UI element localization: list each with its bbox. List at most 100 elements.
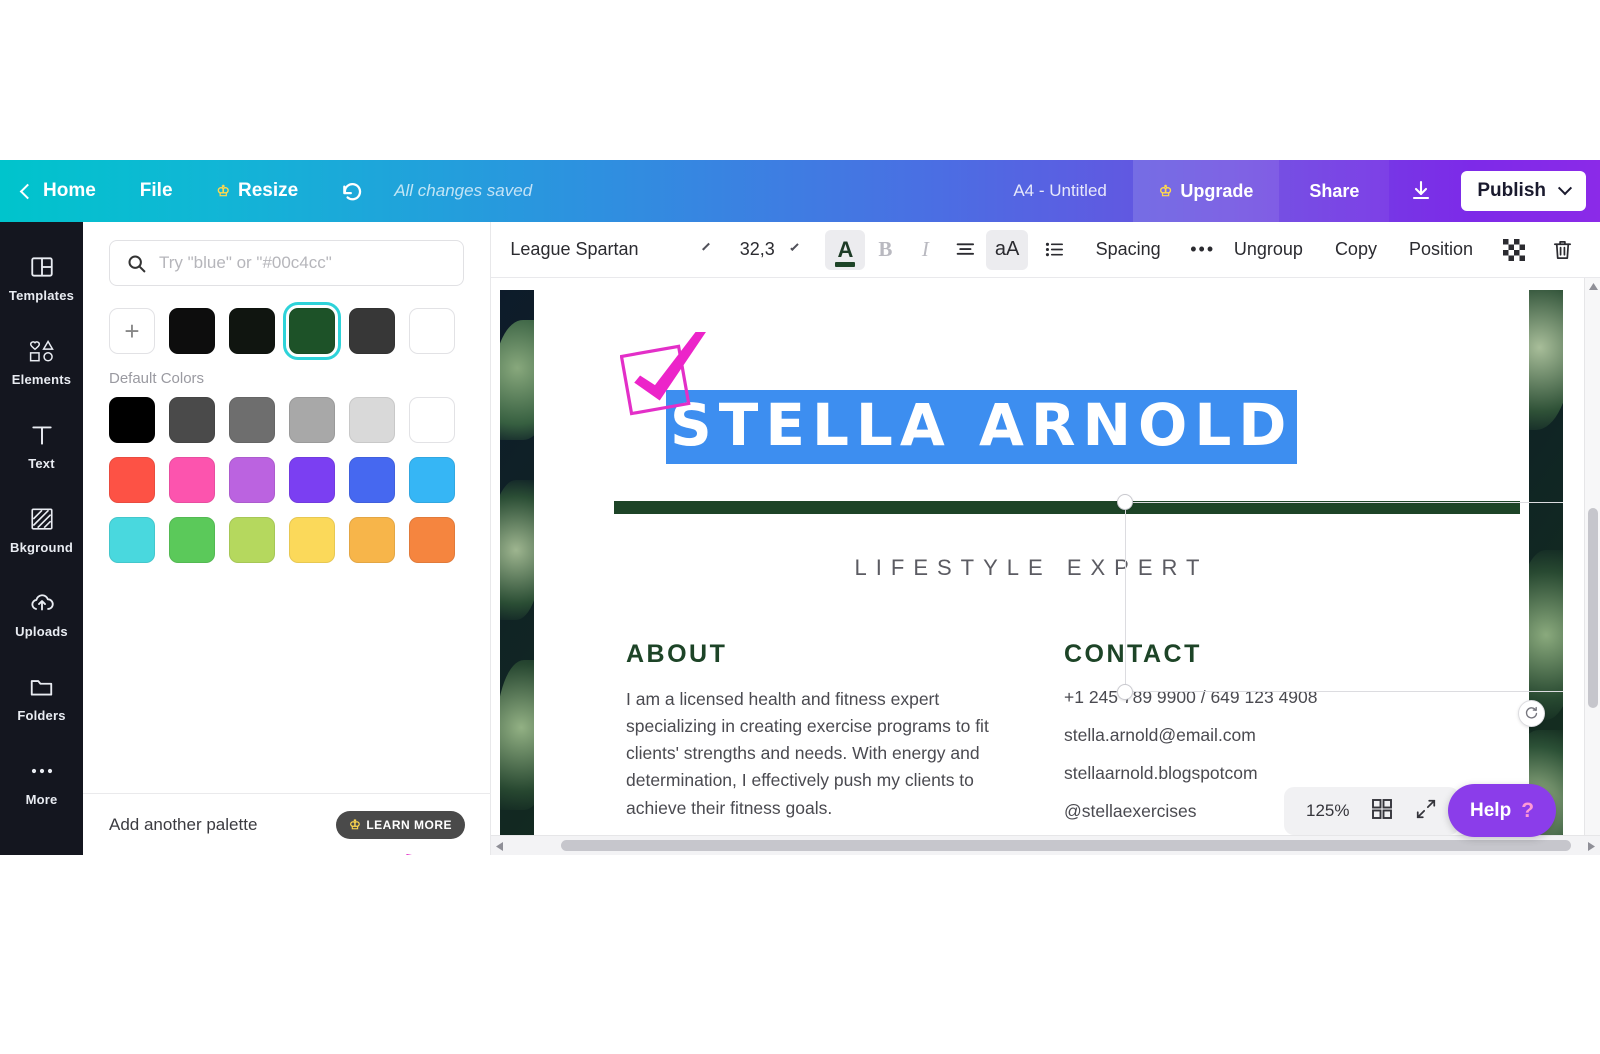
- delete-button[interactable]: [1541, 230, 1584, 270]
- sidebar-label: Bkground: [10, 540, 73, 555]
- scroll-left-arrow-icon[interactable]: [496, 842, 503, 851]
- font-size-label: 32,3: [739, 239, 775, 259]
- question-mark-icon: ?: [1521, 798, 1535, 822]
- add-another-palette-button[interactable]: Add another palette: [109, 815, 257, 835]
- checkmark-sticker-icon[interactable]: [620, 332, 724, 424]
- color-search-input[interactable]: [159, 253, 447, 273]
- crown-icon: ♔: [1158, 182, 1173, 200]
- file-menu-button[interactable]: File: [118, 160, 195, 222]
- transparency-icon: [1503, 238, 1526, 261]
- green-divider-bar[interactable]: [614, 501, 1520, 514]
- transparency-button[interactable]: [1493, 230, 1535, 270]
- top-header-bar: Home File ♔ Resize All changes saved A4 …: [0, 160, 1600, 222]
- undo-button[interactable]: [320, 160, 386, 222]
- default-color-swatch[interactable]: [289, 457, 335, 503]
- text-case-button[interactable]: aA: [986, 229, 1029, 270]
- default-color-swatch[interactable]: [289, 517, 335, 563]
- sidebar-item-text[interactable]: Text: [0, 404, 83, 488]
- default-color-swatch[interactable]: [229, 457, 275, 503]
- sidebar-item-elements[interactable]: Elements: [0, 320, 83, 404]
- font-family-label: League Spartan: [510, 239, 639, 259]
- sidebar-item-folders[interactable]: Folders: [0, 656, 83, 740]
- bold-button[interactable]: B: [865, 230, 905, 270]
- designer-name-text[interactable]: STELLA ARNOLD: [666, 390, 1298, 464]
- text-color-button[interactable]: A: [825, 229, 866, 270]
- scroll-up-arrow-icon[interactable]: [1589, 283, 1598, 290]
- default-colors-grid: [83, 387, 491, 563]
- contact-heading[interactable]: CONTACT: [1064, 640, 1202, 669]
- selection-handle-top-left[interactable]: [1117, 494, 1133, 510]
- spacing-button[interactable]: Spacing: [1089, 230, 1168, 270]
- vertical-scrollbar-thumb[interactable]: [1588, 508, 1598, 708]
- default-color-swatch[interactable]: [349, 457, 395, 503]
- default-color-swatch[interactable]: [229, 397, 275, 443]
- resize-label: Resize: [237, 180, 299, 201]
- horizontal-scrollbar[interactable]: [491, 835, 1600, 855]
- home-button[interactable]: Home: [0, 160, 118, 222]
- color-search-box[interactable]: [109, 240, 464, 286]
- sidebar-label: Uploads: [15, 624, 68, 639]
- upgrade-button[interactable]: ♔ Upgrade: [1132, 160, 1280, 222]
- ungroup-button[interactable]: Ungroup: [1224, 230, 1313, 270]
- font-family-selector[interactable]: League Spartan: [510, 230, 710, 270]
- default-color-swatch[interactable]: [409, 517, 455, 563]
- about-heading[interactable]: ABOUT: [626, 640, 727, 669]
- copy-button[interactable]: Copy: [1325, 230, 1387, 270]
- design-page[interactable]: STELLA ARNOLD LIFESTYLE EXPERT ABOUT I a…: [500, 290, 1563, 850]
- sidebar-label: Text: [28, 456, 55, 471]
- default-color-swatch[interactable]: [349, 517, 395, 563]
- vertical-scrollbar[interactable]: [1584, 278, 1600, 855]
- canvas-workspace[interactable]: STELLA ARNOLD LIFESTYLE EXPERT ABOUT I a…: [491, 278, 1600, 855]
- italic-button[interactable]: I: [905, 230, 945, 270]
- horizontal-scrollbar-thumb[interactable]: [561, 840, 1571, 851]
- about-body-text[interactable]: I am a licensed health and fitness exper…: [626, 686, 1011, 822]
- default-color-swatch[interactable]: [169, 517, 215, 563]
- document-color-swatch[interactable]: [409, 308, 455, 354]
- list-button[interactable]: [1034, 230, 1075, 270]
- publish-button[interactable]: Publish: [1461, 171, 1586, 211]
- grid-view-button[interactable]: [1371, 798, 1393, 825]
- default-color-swatch[interactable]: [409, 397, 455, 443]
- bullet-list-icon: [1046, 242, 1064, 257]
- fullscreen-button[interactable]: [1415, 798, 1437, 825]
- document-colors-row: +: [83, 286, 490, 360]
- font-size-selector[interactable]: 32,3: [730, 230, 806, 270]
- default-color-swatch[interactable]: [109, 517, 155, 563]
- document-color-swatch-selected[interactable]: [283, 302, 341, 360]
- header-left-group: Home File ♔ Resize All changes saved: [0, 160, 532, 222]
- document-color-swatch[interactable]: [229, 308, 275, 354]
- text-format-toolbar: League Spartan 32,3 A B I aA Spacing •••…: [491, 222, 1600, 278]
- resize-button[interactable]: ♔ Resize: [195, 160, 321, 222]
- share-button[interactable]: Share: [1279, 160, 1390, 222]
- help-button[interactable]: Help ?: [1448, 784, 1557, 837]
- document-color-swatch[interactable]: [169, 308, 215, 354]
- sidebar-item-background[interactable]: Bkground: [0, 488, 83, 572]
- sidebar-item-more[interactable]: More: [0, 740, 83, 824]
- document-color-swatch[interactable]: [349, 308, 395, 354]
- position-button[interactable]: Position: [1399, 230, 1483, 270]
- default-color-swatch[interactable]: [409, 457, 455, 503]
- align-button[interactable]: [945, 230, 986, 270]
- default-color-swatch[interactable]: [289, 397, 335, 443]
- default-color-swatch[interactable]: [349, 397, 395, 443]
- default-color-swatch[interactable]: [169, 397, 215, 443]
- default-color-swatch[interactable]: [229, 517, 275, 563]
- copy-label: Copy: [1334, 239, 1377, 259]
- default-color-swatch[interactable]: [109, 457, 155, 503]
- learn-more-button[interactable]: ♔ LEARN MORE: [336, 810, 465, 839]
- align-center-icon: [957, 243, 975, 255]
- default-color-swatch[interactable]: [169, 457, 215, 503]
- rotate-handle[interactable]: [1518, 700, 1545, 727]
- document-title[interactable]: A4 - Untitled: [987, 181, 1133, 201]
- sidebar-item-templates[interactable]: Templates: [0, 236, 83, 320]
- default-color-swatch[interactable]: [109, 397, 155, 443]
- zoom-level-label[interactable]: 125%: [1306, 801, 1349, 821]
- sidebar-item-uploads[interactable]: Uploads: [0, 572, 83, 656]
- download-button[interactable]: [1389, 160, 1453, 222]
- designer-subtitle-text[interactable]: LIFESTYLE EXPERT: [534, 555, 1529, 581]
- add-color-button[interactable]: +: [109, 308, 155, 354]
- selection-handle-bottom-left[interactable]: [1117, 684, 1133, 700]
- scroll-right-arrow-icon[interactable]: [1588, 842, 1595, 851]
- sidebar-label: Elements: [11, 372, 72, 387]
- more-options-button[interactable]: •••: [1181, 230, 1223, 270]
